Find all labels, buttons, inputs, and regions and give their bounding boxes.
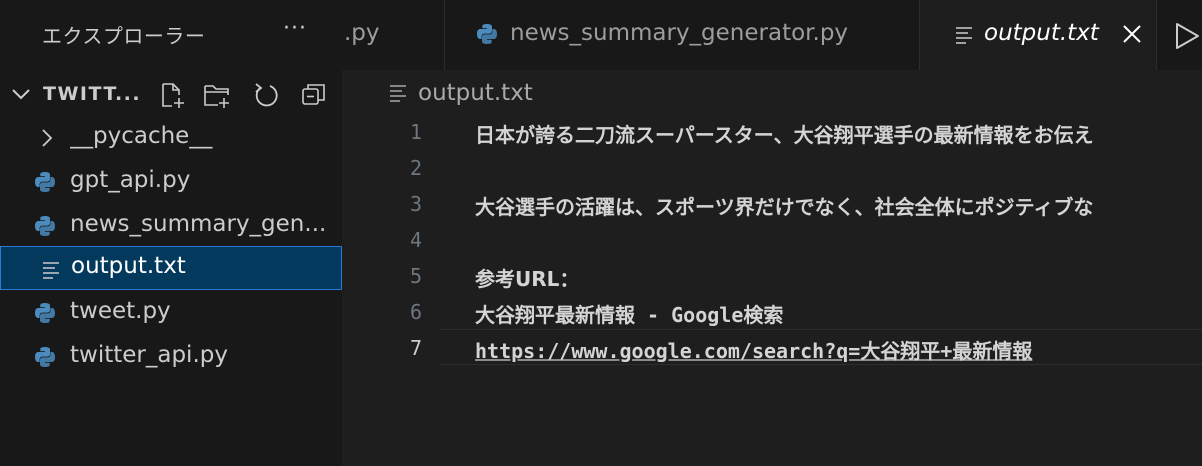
refresh-icon[interactable] [252,81,280,109]
editor-tab-bar: .py news_summary_generator.py output.txt [342,0,1202,70]
url-link[interactable]: https://www.google.com/search?q=大谷翔平+最新情… [475,339,1032,363]
more-actions-icon[interactable]: ··· [283,16,307,41]
python-file-icon [35,347,55,367]
tree-item-pycache[interactable]: __pycache__ [0,116,342,160]
tree-item-label: gpt_api.py [70,167,191,193]
line-number: 1 [409,120,422,144]
close-icon[interactable] [1120,22,1144,46]
workspace-folder-header[interactable]: TWITT... [0,72,342,116]
python-file-icon [35,216,55,236]
line-number: 7 [409,336,422,360]
tab-output-txt[interactable]: output.txt [920,0,1157,70]
chevron-right-icon [42,129,53,147]
line-number: 2 [409,156,422,180]
code-line[interactable]: 日本が誇る二刀流スーパースター、大谷翔平選手の最新情報をお伝え [475,119,1202,148]
tree-item-label: output.txt [71,253,186,279]
line-number: 3 [409,192,422,216]
text-file-icon [390,85,406,102]
run-icon[interactable] [1172,20,1202,52]
explorer-sidebar: エクスプローラー ··· TWITT... __pycache__ gpt_ap… [0,0,342,466]
line-number: 5 [409,264,422,288]
explorer-title: エクスプローラー [42,24,206,48]
tree-item-label: twitter_api.py [70,342,228,368]
tree-item-news-summary-generator[interactable]: news_summary_gen... [0,204,342,248]
python-file-icon [35,172,55,192]
code-line[interactable]: 大谷翔平最新情報 - Google検索 [475,299,1202,328]
breadcrumb-label: output.txt [418,80,533,106]
tree-item-output-txt[interactable]: output.txt [0,246,342,290]
workspace-folder-name: TWITT... [43,83,142,105]
python-file-icon [35,303,55,323]
code-line[interactable]: 大谷選手の活躍は、スポーツ界だけでなく、社会全体にポジティブな [475,191,1202,220]
tab-label: .py [344,20,380,46]
text-file-icon [956,27,972,44]
explorer-header: エクスプローラー ··· [0,0,342,70]
new-file-icon[interactable] [158,81,186,109]
tab-partial-py[interactable]: .py [342,0,445,70]
line-number: 6 [409,300,422,324]
tab-news-summary-generator[interactable]: news_summary_generator.py [445,0,920,70]
code-line-link[interactable]: https://www.google.com/search?q=大谷翔平+最新情… [475,335,1202,364]
tree-item-tweet[interactable]: tweet.py [0,291,342,335]
collapse-all-icon[interactable] [300,81,328,109]
tree-item-label: __pycache__ [70,123,213,149]
text-file-icon [43,262,59,279]
tree-item-label: news_summary_gen... [70,211,327,237]
code-line[interactable]: 参考URL： [475,263,1202,292]
tab-label: news_summary_generator.py [510,20,849,46]
tree-item-gpt-api[interactable]: gpt_api.py [0,160,342,204]
tree-item-twitter-api[interactable]: twitter_api.py [0,335,342,379]
line-number: 4 [409,228,422,252]
new-folder-icon[interactable] [203,81,231,109]
tree-item-label: tweet.py [70,298,171,324]
python-file-icon [477,24,497,44]
tab-label: output.txt [984,20,1099,46]
chevron-down-icon [12,89,30,100]
